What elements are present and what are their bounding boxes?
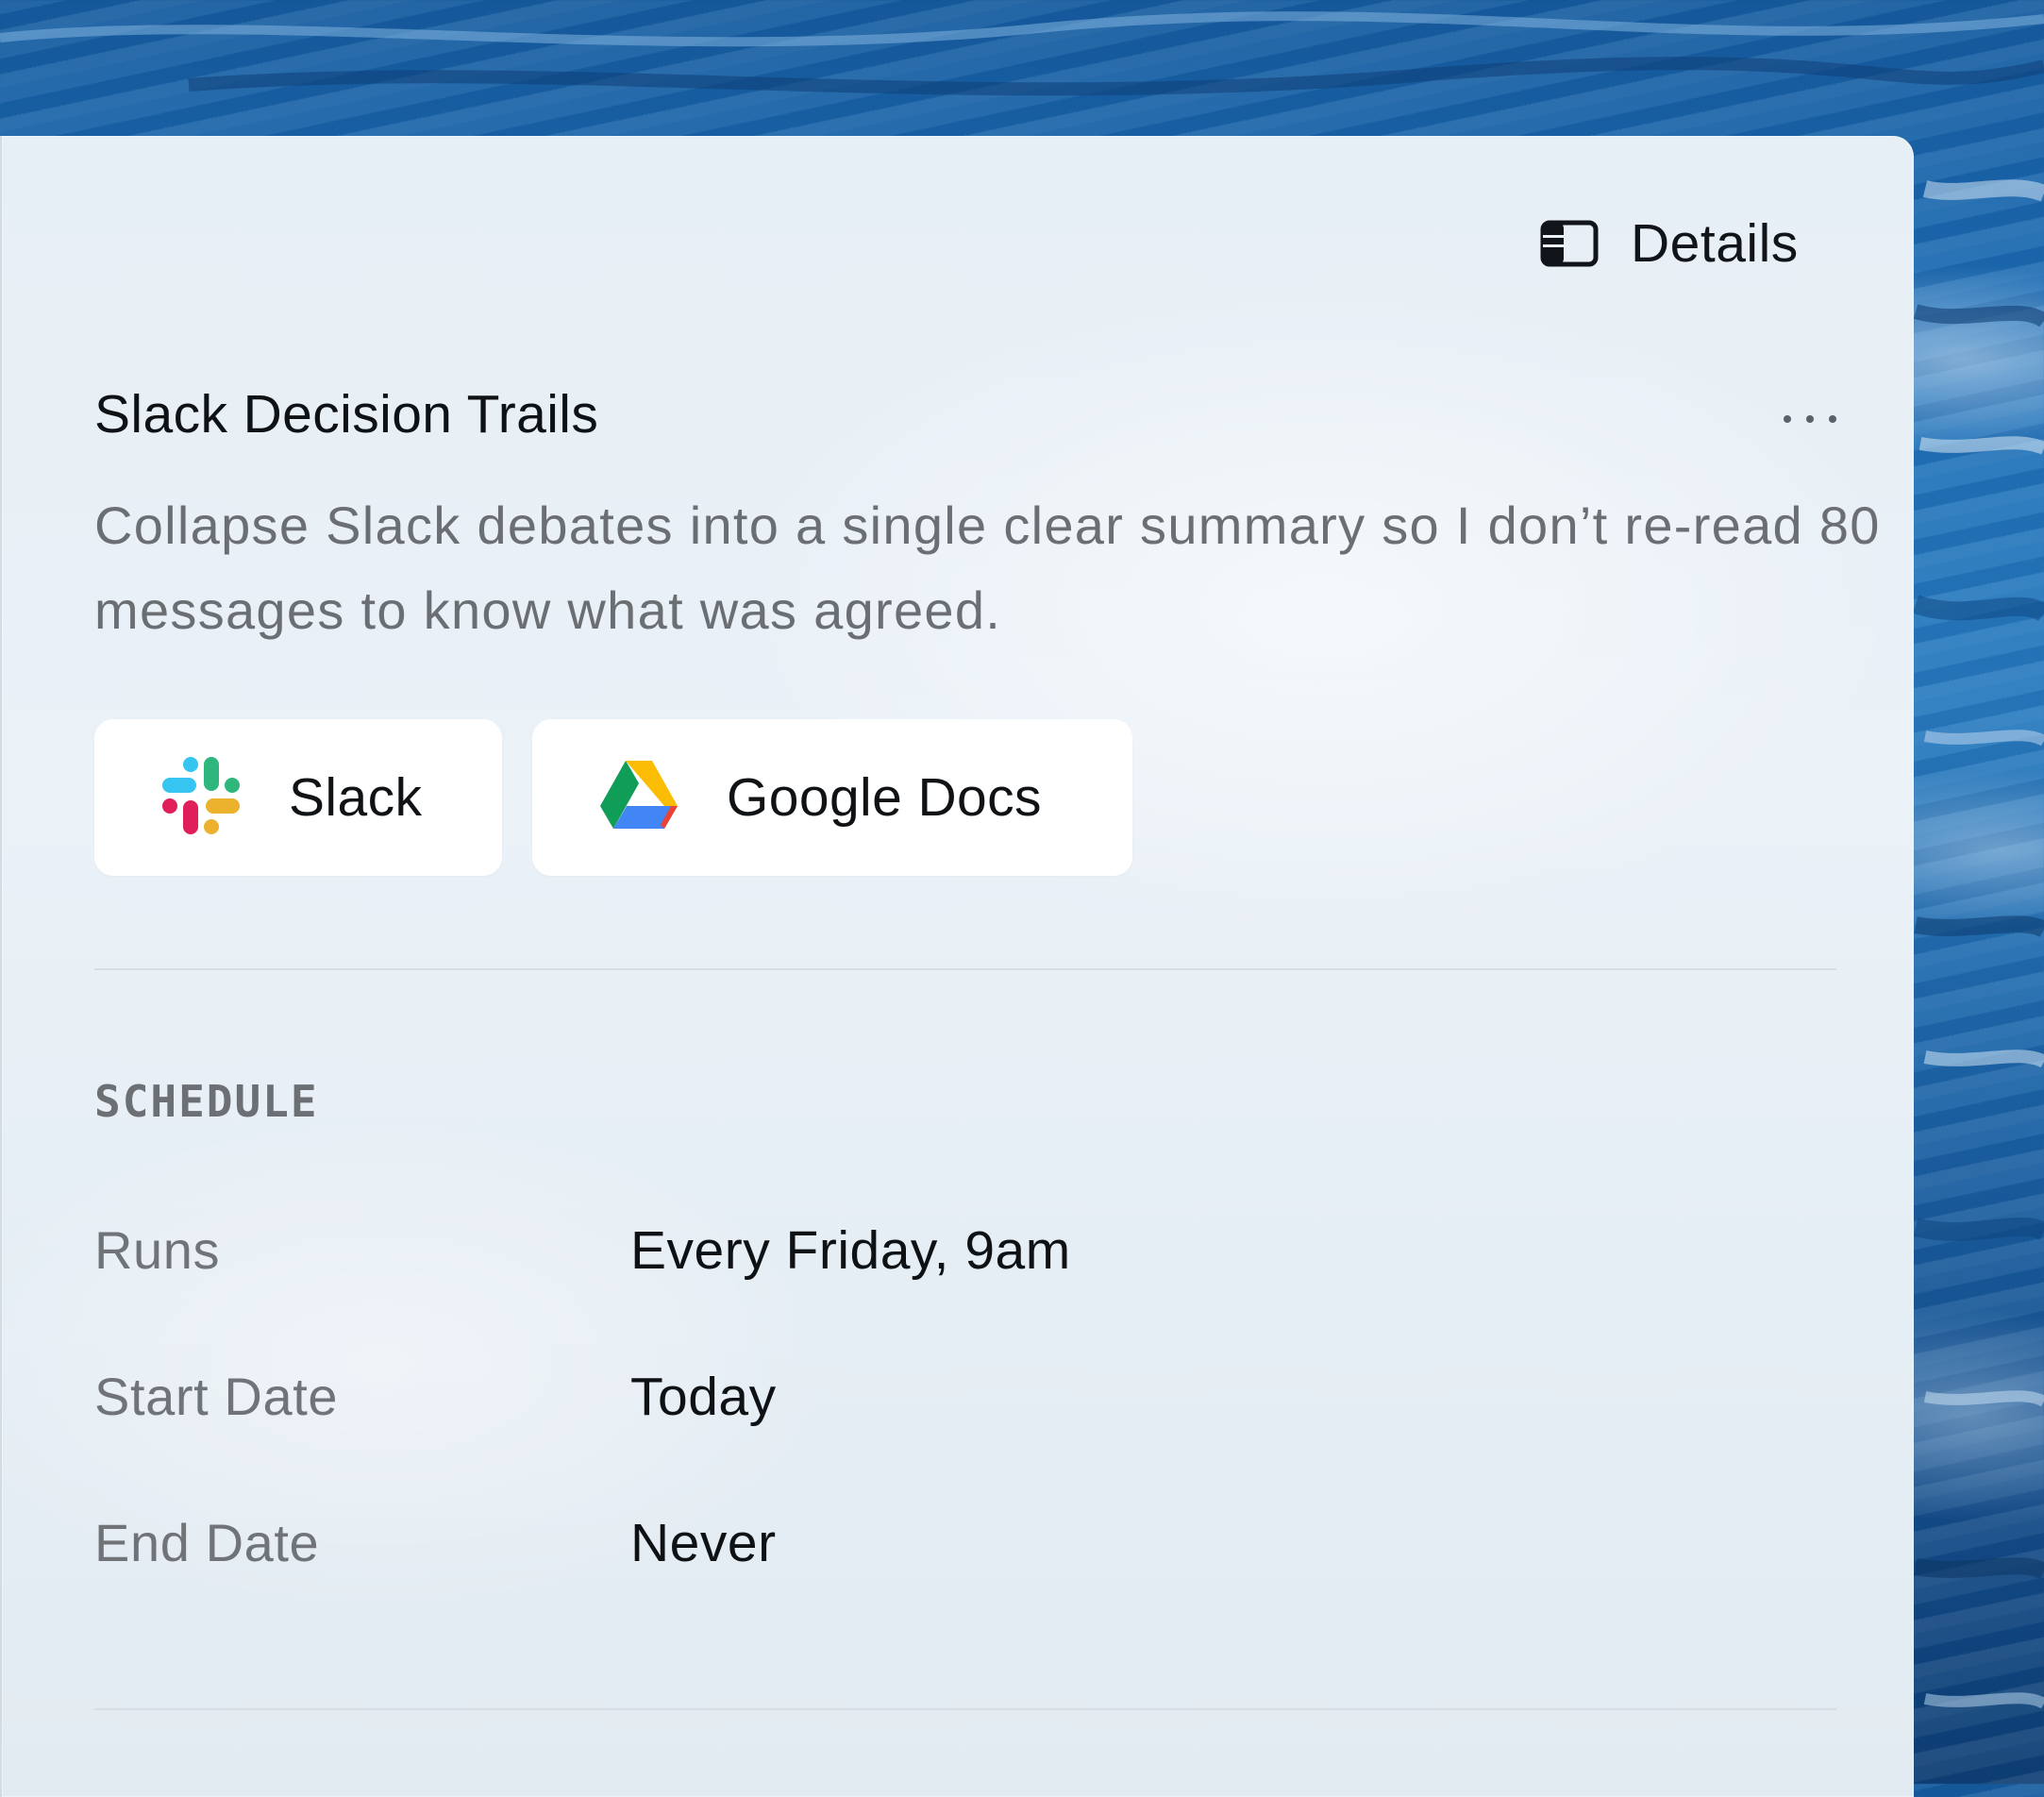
schedule-end-date-value[interactable]: Never: [630, 1512, 777, 1574]
google-drive-logo-icon: [598, 759, 679, 837]
slack-logo-icon: [160, 755, 242, 841]
divider: [94, 1708, 1836, 1710]
task-description: Collapse Slack debates into a single cle…: [94, 495, 1881, 640]
details-label: Details: [1631, 213, 1799, 274]
schedule-section-label: SCHEDULE: [94, 1076, 319, 1127]
more-horizontal-icon: [1784, 415, 1791, 423]
integration-chip-slack[interactable]: Slack: [94, 719, 502, 876]
schedule-start-date-value[interactable]: Today: [630, 1366, 777, 1428]
schedule-start-date-label: Start Date: [94, 1367, 339, 1426]
schedule-runs-value[interactable]: Every Friday, 9am: [630, 1219, 1071, 1282]
details-button[interactable]: Details: [1540, 210, 1799, 277]
sidebar-panel-icon: [1540, 220, 1599, 267]
integration-chip-google-docs[interactable]: Google Docs: [532, 719, 1132, 876]
schedule-runs-label: Runs: [94, 1220, 221, 1280]
schedule-end-date-label: End Date: [94, 1513, 320, 1572]
more-options-button[interactable]: [1784, 402, 1836, 436]
integration-label: Slack: [289, 767, 423, 828]
task-title: Slack Decision Trails: [94, 384, 599, 445]
integration-label: Google Docs: [727, 767, 1042, 828]
divider: [94, 968, 1836, 970]
